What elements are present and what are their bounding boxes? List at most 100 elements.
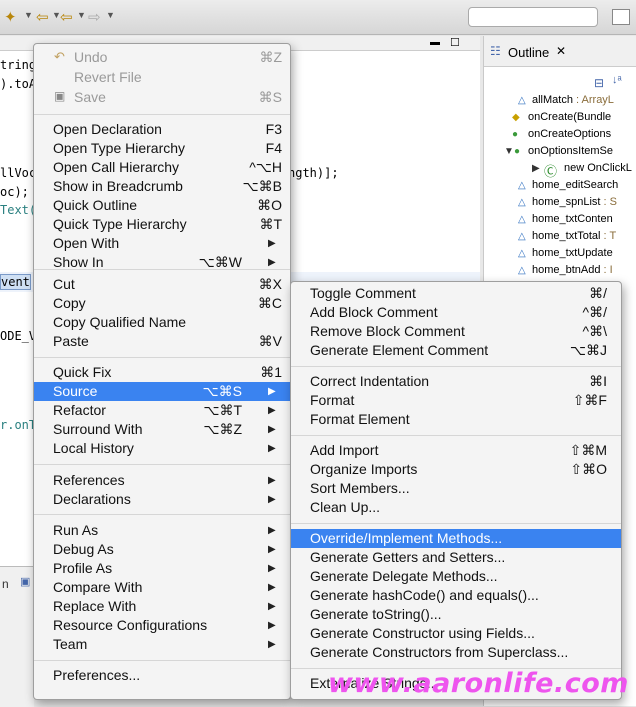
collapse-all-icon[interactable]: ⊟ bbox=[594, 76, 604, 90]
menu-item-shortcut: ⌘C bbox=[257, 295, 282, 311]
back-arrow-icon[interactable]: ⇦ bbox=[36, 8, 49, 26]
menu-item-shortcut: ^⌘\ bbox=[582, 323, 607, 339]
submenu-item-generate-getters-and-setters[interactable]: Generate Getters and Setters... bbox=[291, 548, 621, 567]
menu-item-revert-file: Revert File bbox=[34, 68, 290, 87]
submenu-item-toggle-comment[interactable]: Toggle Comment ⌘/ bbox=[291, 284, 621, 303]
menu-item-compare-with[interactable]: Compare With ▶ bbox=[34, 578, 290, 597]
context-menu: ↶ ▣ Undo ⌘Z Revert File Save ⌘S Open Declarat… bbox=[33, 43, 291, 700]
menu-item-surround-with[interactable]: Surround With ⌥⌘Z ▶ bbox=[34, 420, 290, 439]
menu-item-show-in-breadcrumb[interactable]: Show in Breadcrumb ⌥⌘B bbox=[34, 177, 290, 196]
submenu-item-add-block-comment[interactable]: Add Block Comment ^⌘/ bbox=[291, 303, 621, 322]
menu-item-references[interactable]: References ▶ bbox=[34, 471, 290, 490]
menu-item-run-as[interactable]: Run As ▶ bbox=[34, 521, 290, 540]
menu-item-resource-configurations[interactable]: Resource Configurations ▶ bbox=[34, 616, 290, 635]
submenu-arrow-icon: ▶ bbox=[268, 639, 276, 650]
outline-tab[interactable]: ☷ Outline ✕ bbox=[484, 36, 636, 67]
menu-item-profile-as[interactable]: Profile As ▶ bbox=[34, 559, 290, 578]
menu-item-label: Generate Getters and Setters... bbox=[310, 549, 506, 565]
perspective-icon[interactable] bbox=[612, 9, 630, 25]
menu-item-label: Quick Type Hierarchy bbox=[53, 216, 187, 232]
submenu-arrow-icon: ▶ bbox=[268, 405, 276, 416]
back-icon[interactable]: ⇦ bbox=[60, 8, 73, 26]
outline-item[interactable]: onOptionsItemSe bbox=[528, 145, 613, 157]
menu-item-paste[interactable]: Paste ⌘V bbox=[34, 332, 290, 351]
submenu-item-remove-block-comment[interactable]: Remove Block Comment ^⌘\ bbox=[291, 322, 621, 341]
menu-item-quick-fix[interactable]: Quick Fix ⌘1 bbox=[34, 363, 290, 382]
field-icon: △ bbox=[518, 265, 526, 276]
maximize-icon[interactable]: ☐ bbox=[450, 36, 460, 49]
menu-item-declarations[interactable]: Declarations ▶ bbox=[34, 490, 290, 509]
outline-item[interactable]: onCreate(Bundle bbox=[528, 111, 611, 123]
menu-item-shortcut: ⌘S bbox=[258, 89, 282, 105]
menu-item-label: Copy Qualified Name bbox=[53, 314, 187, 330]
menu-item-label: Generate Delegate Methods... bbox=[310, 568, 498, 584]
chevron-down-icon[interactable]: ▼ bbox=[106, 10, 115, 20]
submenu-item-format-element[interactable]: Format Element bbox=[291, 410, 621, 429]
outline-title: Outline bbox=[508, 45, 550, 60]
outline-item[interactable]: home_txtConten bbox=[532, 213, 613, 225]
menu-item-team[interactable]: Team ▶ bbox=[34, 635, 290, 654]
method-icon: ◆ bbox=[512, 112, 520, 123]
submenu-arrow-icon: ▶ bbox=[268, 494, 276, 505]
expand-icon[interactable]: ▶ bbox=[532, 163, 540, 174]
outline-item[interactable]: home_editSearch bbox=[532, 179, 618, 191]
submenu-arrow-icon: ▶ bbox=[268, 475, 276, 486]
menu-item-label: Generate hashCode() and equals()... bbox=[310, 587, 539, 603]
menu-item-replace-with[interactable]: Replace With ▶ bbox=[34, 597, 290, 616]
submenu-item-generate-hashcode-and-equals[interactable]: Generate hashCode() and equals()... bbox=[291, 586, 621, 605]
submenu-item-override-implement-methods[interactable]: Override/Implement Methods... bbox=[291, 529, 621, 548]
outline-item[interactable]: new OnClickL bbox=[564, 162, 632, 174]
chevron-down-icon[interactable]: ▼ bbox=[24, 10, 33, 20]
expand-icon[interactable]: ▼ bbox=[504, 146, 514, 157]
console-icon[interactable]: ▣ bbox=[20, 575, 30, 588]
outline-item[interactable]: home_txtUpdate bbox=[532, 247, 613, 259]
menu-item-quick-outline[interactable]: Quick Outline ⌘O bbox=[34, 196, 290, 215]
chevron-down-icon[interactable]: ▼ bbox=[77, 10, 86, 20]
submenu-item-clean-up[interactable]: Clean Up... bbox=[291, 498, 621, 517]
menu-item-copy-qualified-name[interactable]: Copy Qualified Name bbox=[34, 313, 290, 332]
field-icon: △ bbox=[518, 231, 526, 242]
menu-item-open-with[interactable]: Open With ▶ bbox=[34, 234, 290, 253]
run-icon[interactable]: ✦ bbox=[4, 8, 17, 26]
submenu-item-sort-members[interactable]: Sort Members... bbox=[291, 479, 621, 498]
menu-item-label: Team bbox=[53, 636, 88, 652]
outline-item[interactable]: onCreateOptions bbox=[528, 128, 611, 140]
watermark: www.aaronlife.com bbox=[328, 668, 629, 699]
menu-item-label: Quick Outline bbox=[53, 197, 138, 213]
panel-tab-label[interactable]: n bbox=[2, 577, 9, 591]
submenu-item-generate-element-comment[interactable]: Generate Element Comment ⌥⌘J bbox=[291, 341, 621, 360]
submenu-item-generate-tostring[interactable]: Generate toString()... bbox=[291, 605, 621, 624]
menu-item-copy[interactable]: Copy ⌘C bbox=[34, 294, 290, 313]
menu-item-debug-as[interactable]: Debug As ▶ bbox=[34, 540, 290, 559]
menu-item-preferences[interactable]: Preferences... bbox=[34, 666, 290, 685]
quick-access-input[interactable] bbox=[468, 7, 598, 27]
submenu-item-format[interactable]: Format ⇧⌘F bbox=[291, 391, 621, 410]
outline-item[interactable]: home_btnAdd : I bbox=[532, 264, 613, 276]
submenu-item-organize-imports[interactable]: Organize Imports ⇧⌘O bbox=[291, 460, 621, 479]
menu-item-label: Replace With bbox=[53, 598, 137, 614]
method-icon: ● bbox=[514, 146, 521, 157]
menu-item-quick-type-hierarchy[interactable]: Quick Type Hierarchy ⌘T bbox=[34, 215, 290, 234]
menu-item-local-history[interactable]: Local History ▶ bbox=[34, 439, 290, 458]
submenu-item-add-import[interactable]: Add Import ⇧⌘M bbox=[291, 441, 621, 460]
outline-item[interactable]: home_txtTotal : T bbox=[532, 230, 616, 242]
menu-item-open-declaration[interactable]: Open Declaration F3 bbox=[34, 120, 290, 139]
menu-item-open-type-hierarchy[interactable]: Open Type Hierarchy F4 bbox=[34, 139, 290, 158]
close-icon[interactable]: ✕ bbox=[556, 44, 566, 58]
menu-item-shortcut: ⌘X bbox=[258, 276, 282, 292]
submenu-item-correct-indentation[interactable]: Correct Indentation ⌘I bbox=[291, 372, 621, 391]
menu-item-refactor[interactable]: Refactor ⌥⌘T ▶ bbox=[34, 401, 290, 420]
outline-item[interactable]: allMatch : ArrayL bbox=[532, 94, 614, 106]
outline-item[interactable]: home_spnList : S bbox=[532, 196, 617, 208]
minimize-icon[interactable]: ▬ bbox=[430, 37, 440, 48]
menu-item-shortcut: ⇧⌘O bbox=[570, 461, 607, 477]
menu-item-label: Sort Members... bbox=[310, 480, 410, 496]
menu-item-open-call-hierarchy[interactable]: Open Call Hierarchy ^⌥H bbox=[34, 158, 290, 177]
menu-item-cut[interactable]: Cut ⌘X bbox=[34, 275, 290, 294]
forward-icon[interactable]: ⇨ bbox=[88, 8, 101, 26]
menu-item-source[interactable]: Source ⌥⌘S ▶ bbox=[34, 382, 290, 401]
submenu-item-generate-delegate-methods[interactable]: Generate Delegate Methods... bbox=[291, 567, 621, 586]
sort-icon[interactable]: ↓ᵃ bbox=[612, 74, 622, 86]
submenu-item-generate-constructors-from-superclass[interactable]: Generate Constructors from Superclass... bbox=[291, 643, 621, 662]
submenu-item-generate-constructor-using-fields[interactable]: Generate Constructor using Fields... bbox=[291, 624, 621, 643]
